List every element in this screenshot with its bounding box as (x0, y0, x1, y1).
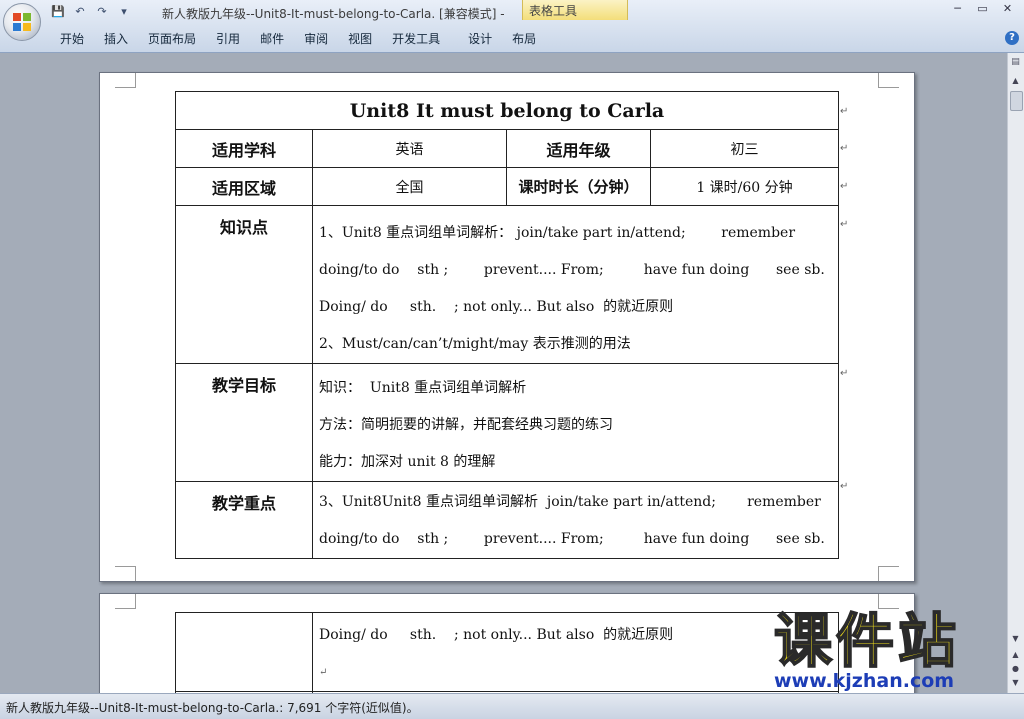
row-end-mark: ↵ (840, 181, 849, 192)
tab-references[interactable]: 引用 (206, 30, 250, 50)
minimize-button[interactable]: ─ (945, 0, 970, 18)
goals-line: 知识： Unit8 重点词组单词解析 (319, 380, 527, 396)
status-text: 新人教版九年级--Unit8-It-must-belong-to-Carla.:… (6, 701, 419, 715)
page-corner-mark (878, 566, 899, 581)
row-end-mark: ↵ (840, 219, 849, 230)
watermark-title: 课件站 (773, 607, 961, 675)
tab-layout[interactable]: 布局 (502, 30, 546, 50)
office-logo-icon (13, 13, 31, 31)
label-knowledge: 知识点 (219, 218, 268, 237)
label-grade: 适用年级 (546, 140, 611, 160)
label-focus: 教学重点 (211, 494, 276, 513)
page-corner-mark (115, 73, 136, 88)
label-subject: 适用学科 (211, 140, 276, 160)
page-corner-mark (115, 594, 136, 609)
label-cell[interactable]: 适用区域 (175, 167, 313, 206)
knowledge-line: Doing/ do sth. ; not only... But also 的就… (319, 299, 674, 315)
title-bar: 💾 ↶ ↷ ▾ 新人教版九年级--Unit8-It-must-belong-to… (0, 0, 1024, 53)
focus-content-cell-continued[interactable]: Doing/ do sth. ; not only... But also 的就… (312, 612, 839, 692)
undo-icon[interactable]: ↶ (72, 5, 88, 19)
label-cell[interactable]: 教学重点 (175, 481, 313, 559)
select-browse-object-icon[interactable]: ● (1009, 663, 1022, 675)
goals-line: 方法：简明扼要的讲解，并配套经典习题的练习 (319, 417, 613, 433)
value-grade: 初三 (730, 141, 759, 158)
row-end-mark: ↵ (840, 481, 849, 492)
scroll-up-icon[interactable]: ▲ (1009, 75, 1022, 87)
page-corner-mark (878, 73, 899, 88)
value-subject: 英语 (395, 141, 424, 158)
focus-content-cell[interactable]: 3、Unit8Unit8 重点词组单词解析 join/take part in/… (312, 481, 839, 559)
quick-access-toolbar: 💾 ↶ ↷ ▾ (50, 4, 132, 20)
focus-line: doing/to do sth ; prevent.... From; have… (319, 531, 825, 547)
row-end-mark: ↵ (840, 106, 849, 117)
table-title-cell[interactable]: Unit8 It must belong to Carla (175, 91, 839, 130)
focus-line: Doing/ do sth. ; not only... But also 的就… (319, 627, 674, 643)
scroll-down-icon[interactable]: ▼ (1009, 633, 1022, 645)
customize-toolbar-icon[interactable]: ▾ (116, 5, 132, 19)
redo-icon[interactable]: ↷ (94, 5, 110, 19)
goals-line: 能力：加深对 unit 8 的理解 (319, 454, 496, 470)
office-button[interactable] (3, 3, 41, 41)
tab-insert[interactable]: 插入 (94, 30, 138, 50)
page-corner-mark (115, 566, 136, 581)
label-cell[interactable]: 教学目标 (175, 363, 313, 482)
tab-view[interactable]: 视图 (338, 30, 382, 50)
value-cell[interactable]: 初三 (650, 129, 839, 168)
watermark-url: www.kjzhan.com (774, 670, 955, 692)
label-cell[interactable]: 课时时长（分钟） (506, 167, 651, 206)
help-icon[interactable]: ? (1005, 31, 1019, 45)
label-cell[interactable]: 知识点 (175, 205, 313, 364)
context-tab-table-tools: 表格工具 (522, 0, 628, 20)
document-page-1: Unit8 It must belong to Carla 适用学科 英语 适用… (99, 72, 915, 582)
paragraph-mark: ↵ (319, 667, 328, 678)
lesson-table: Unit8 It must belong to Carla 适用学科 英语 适用… (175, 91, 839, 559)
close-button[interactable]: ✕ (995, 0, 1020, 18)
next-page-icon[interactable]: ▼ (1009, 677, 1022, 689)
document-title: Unit8 It must belong to Carla (349, 99, 665, 122)
value-cell[interactable]: 英语 (312, 129, 507, 168)
knowledge-line: 2、Must/can/can’t/might/may 表示推测的用法 (319, 336, 631, 352)
value-duration: 1 课时/60 分钟 (696, 179, 793, 196)
status-bar: 新人教版九年级--Unit8-It-must-belong-to-Carla.:… (0, 693, 1024, 719)
label-cell[interactable]: 适用年级 (506, 129, 651, 168)
goals-content-cell[interactable]: 知识： Unit8 重点词组单词解析 方法：简明扼要的讲解，并配套经典习题的练习… (312, 363, 839, 482)
value-cell[interactable]: 1 课时/60 分钟 (650, 167, 839, 206)
watermark-logo: 课件站 www.kjzhan.com (770, 607, 1010, 692)
knowledge-line: 1、Unit8 重点词组单词解析： join/take part in/atte… (319, 225, 796, 241)
vertical-scrollbar[interactable]: ▤ ▲ ▼ ▲ ● ▼ (1007, 53, 1024, 693)
context-tab-label: 表格工具 (529, 4, 578, 18)
knowledge-content-cell[interactable]: 1、Unit8 重点词组单词解析： join/take part in/atte… (312, 205, 839, 364)
label-duration: 课时时长（分钟） (518, 178, 639, 196)
restore-button[interactable]: ▭ (970, 0, 995, 18)
row-end-mark: ↵ (840, 143, 849, 154)
label-region: 适用区域 (211, 178, 276, 198)
label-cell[interactable]: 适用学科 (175, 129, 313, 168)
focus-line: 3、Unit8Unit8 重点词组单词解析 join/take part in/… (319, 494, 821, 510)
tab-review[interactable]: 审阅 (294, 30, 338, 50)
label-goals: 教学目标 (211, 376, 276, 395)
ribbon-tabs: 开始 插入 页面布局 引用 邮件 审阅 视图 开发工具 设计 布局 (50, 30, 546, 50)
tab-page-layout[interactable]: 页面布局 (138, 30, 206, 50)
save-icon[interactable]: 💾 (50, 5, 66, 19)
tab-design[interactable]: 设计 (458, 30, 502, 50)
row-end-mark: ↵ (840, 368, 849, 379)
knowledge-line: doing/to do sth ; prevent.... From; have… (319, 262, 825, 278)
value-cell[interactable]: 全国 (312, 167, 507, 206)
value-region: 全国 (395, 179, 424, 196)
window-title: 新人教版九年级--Unit8-It-must-belong-to-Carla. … (162, 7, 505, 21)
previous-page-icon[interactable]: ▲ (1009, 649, 1022, 661)
label-cell[interactable] (175, 612, 313, 692)
window-controls: ─ ▭ ✕ (945, 0, 1020, 18)
ruler-toggle-icon[interactable]: ▤ (1009, 57, 1022, 70)
tab-developer[interactable]: 开发工具 (382, 30, 450, 50)
tab-home[interactable]: 开始 (50, 30, 94, 50)
tab-mailings[interactable]: 邮件 (250, 30, 294, 50)
scroll-thumb[interactable] (1010, 91, 1023, 111)
